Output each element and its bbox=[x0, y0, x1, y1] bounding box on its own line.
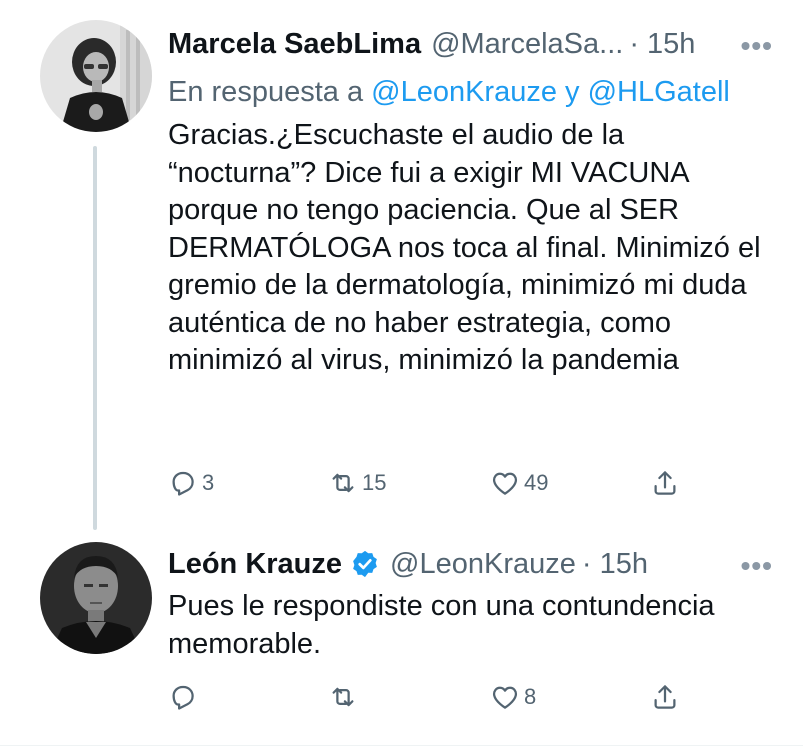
reply-button[interactable] bbox=[168, 682, 202, 712]
tweet-header: León Krauze @LeonKrauze · 15h bbox=[168, 544, 773, 584]
reply-icon bbox=[172, 685, 194, 710]
share-icon bbox=[654, 685, 676, 709]
like-count: 8 bbox=[524, 684, 537, 709]
user-handle[interactable]: @LeonKrauze bbox=[390, 548, 576, 581]
share-button[interactable] bbox=[650, 682, 680, 712]
tweet-actions: 8 bbox=[168, 680, 688, 714]
tweet-text: Pues le respondiste con una contundencia… bbox=[168, 590, 715, 660]
like-button[interactable]: 8 bbox=[490, 682, 536, 712]
verified-badge-icon bbox=[350, 549, 380, 579]
retweet-button[interactable] bbox=[328, 682, 362, 712]
more-options-icon[interactable]: ••• bbox=[741, 550, 773, 582]
display-name[interactable]: León Krauze bbox=[168, 548, 342, 581]
heart-icon bbox=[492, 686, 518, 709]
timestamp[interactable]: · 15h bbox=[582, 548, 648, 581]
avatar[interactable] bbox=[40, 542, 152, 654]
tweet[interactable]: León Krauze @LeonKrauze · 15h ••• Pues l… bbox=[0, 0, 803, 746]
retweet-icon bbox=[332, 687, 354, 707]
